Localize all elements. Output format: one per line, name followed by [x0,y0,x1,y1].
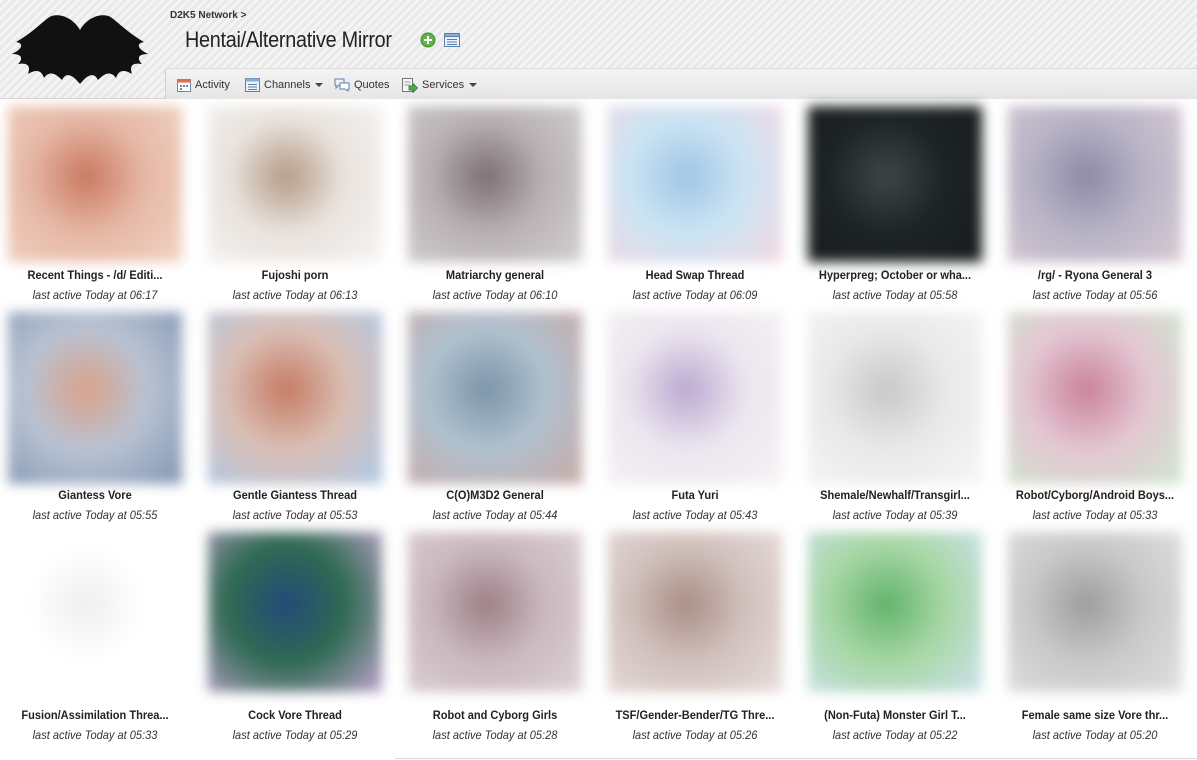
quotes-button[interactable]: Quotes [334,76,389,94]
services-menu[interactable]: Services [402,76,478,94]
thread-title[interactable]: Fujoshi porn [208,268,383,282]
toolbar: Activity Channels Quotes Services [165,68,1197,99]
thread-card[interactable]: Matriarchy general last active Today at 0… [400,104,590,312]
thread-last-active: last active Today at 05:43 [632,508,758,522]
thread-card[interactable]: Robot and Cyborg Girls last active Today … [400,530,590,752]
thread-card[interactable]: /rg/ - Ryona General 3 last active Today … [1000,104,1190,312]
thread-card[interactable]: Shemale/Newhalf/Transgirl... last active … [800,310,990,532]
thread-title[interactable]: /rg/ - Ryona General 3 [1008,268,1183,282]
thread-card[interactable]: Recent Things - /d/ Editi... last active … [0,104,190,312]
thread-title[interactable]: Robot and Cyborg Girls [408,708,583,722]
thread-last-active: last active Today at 06:09 [632,288,758,302]
thread-title[interactable]: Giantess Vore [8,488,183,502]
quotes-label: Quotes [354,79,390,91]
chevron-down-icon [469,83,478,87]
breadcrumb[interactable]: D2K5 Network > [170,10,246,21]
thread-card[interactable]: Cock Vore Thread last active Today at 05:… [200,530,390,752]
thread-last-active: last active Today at 06:13 [232,288,358,302]
thread-thumbnail[interactable] [808,106,982,262]
thread-card[interactable]: (Non-Futa) Monster Girl T... last active … [800,530,990,752]
thread-thumbnail[interactable] [1008,312,1182,484]
thread-title[interactable]: Robot/Cyborg/Android Boys... [1008,488,1183,502]
thread-last-active: last active Today at 05:33 [32,728,158,742]
channels-menu[interactable]: Channels [245,76,324,94]
thread-thumbnail[interactable] [408,532,582,692]
channels-label: Channels [264,79,311,91]
thread-card[interactable]: TSF/Gender-Bender/TG Thre... last active … [600,530,790,752]
add-circle-icon[interactable] [420,32,436,48]
thread-title[interactable]: Female same size Vore thr... [1008,708,1183,722]
site-header: D2K5 Network > Hentai/Alternative Mirror [0,0,1197,99]
thread-last-active: last active Today at 05:26 [632,728,758,742]
services-arrow-icon [402,77,418,93]
activity-label: Activity [195,79,230,91]
thread-thumbnail[interactable] [1008,532,1182,692]
thread-last-active: last active Today at 05:44 [432,508,558,522]
speech-bubbles-icon [334,78,350,92]
thread-thumbnail[interactable] [208,106,382,262]
page-title: Hentai/Alternative Mirror [185,27,392,52]
thread-thumbnail[interactable] [8,106,182,262]
channels-list-icon [245,78,260,92]
thread-card[interactable]: Hyperpreg; October or wha... last active … [800,104,990,312]
thread-last-active: last active Today at 05:56 [1032,288,1158,302]
thread-card[interactable]: Gentle Giantess Thread last active Today … [200,310,390,532]
list-view-icon[interactable] [444,32,460,48]
thread-thumbnail[interactable] [208,312,382,484]
thread-card[interactable]: Female same size Vore thr... last active … [1000,530,1190,752]
thread-last-active: last active Today at 05:29 [232,728,358,742]
thread-title[interactable]: (Non-Futa) Monster Girl T... [808,708,983,722]
thread-thumbnail[interactable] [608,312,782,484]
thread-last-active: last active Today at 05:33 [1032,508,1158,522]
thread-thumbnail[interactable] [808,312,982,484]
thread-thumbnail[interactable] [8,532,182,692]
thread-last-active: last active Today at 05:58 [832,288,958,302]
thread-thumbnail[interactable] [208,532,382,692]
thread-last-active: last active Today at 06:10 [432,288,558,302]
thread-card[interactable]: Futa Yuri last active Today at 05:43 [600,310,790,532]
thread-title[interactable]: Fusion/Assimilation Threa... [8,708,183,722]
thread-title[interactable]: C(O)M3D2 General [408,488,583,502]
thread-thumbnail[interactable] [408,312,582,484]
thread-title[interactable]: Shemale/Newhalf/Transgirl... [808,488,983,502]
activity-button[interactable]: Activity [177,76,230,94]
thread-card[interactable]: C(O)M3D2 General last active Today at 05:… [400,310,590,532]
thread-title[interactable]: TSF/Gender-Bender/TG Thre... [608,708,783,722]
thread-last-active: last active Today at 06:17 [32,288,158,302]
thread-title[interactable]: Matriarchy general [408,268,583,282]
thread-last-active: last active Today at 05:20 [1032,728,1158,742]
thread-thumbnail[interactable] [408,106,582,262]
thread-card[interactable]: Fujoshi porn last active Today at 06:13 [200,104,390,312]
thread-last-active: last active Today at 05:55 [32,508,158,522]
thread-thumbnail[interactable] [608,532,782,692]
divider [395,758,1197,759]
thread-title[interactable]: Gentle Giantess Thread [208,488,383,502]
thread-title[interactable]: Hyperpreg; October or wha... [808,268,983,282]
thread-last-active: last active Today at 05:53 [232,508,358,522]
thread-thumbnail[interactable] [1008,106,1182,262]
thread-last-active: last active Today at 05:22 [832,728,958,742]
thread-card[interactable]: Giantess Vore last active Today at 05:55 [0,310,190,532]
chevron-down-icon [315,83,324,87]
thread-card[interactable]: Head Swap Thread last active Today at 06:… [600,104,790,312]
thread-title[interactable]: Recent Things - /d/ Editi... [8,268,183,282]
thread-card[interactable]: Fusion/Assimilation Threa... last active … [0,530,190,752]
thread-thumbnail[interactable] [608,106,782,262]
thread-thumbnail[interactable] [808,532,982,692]
thread-card[interactable]: Robot/Cyborg/Android Boys... last active … [1000,310,1190,532]
thread-title[interactable]: Futa Yuri [608,488,783,502]
thread-title[interactable]: Head Swap Thread [608,268,783,282]
winged-logo-icon[interactable] [12,12,148,84]
calendar-icon [177,79,191,92]
thread-thumbnail[interactable] [8,312,182,484]
thread-last-active: last active Today at 05:39 [832,508,958,522]
services-label: Services [422,79,465,91]
thread-last-active: last active Today at 05:28 [432,728,558,742]
thread-title[interactable]: Cock Vore Thread [208,708,383,722]
